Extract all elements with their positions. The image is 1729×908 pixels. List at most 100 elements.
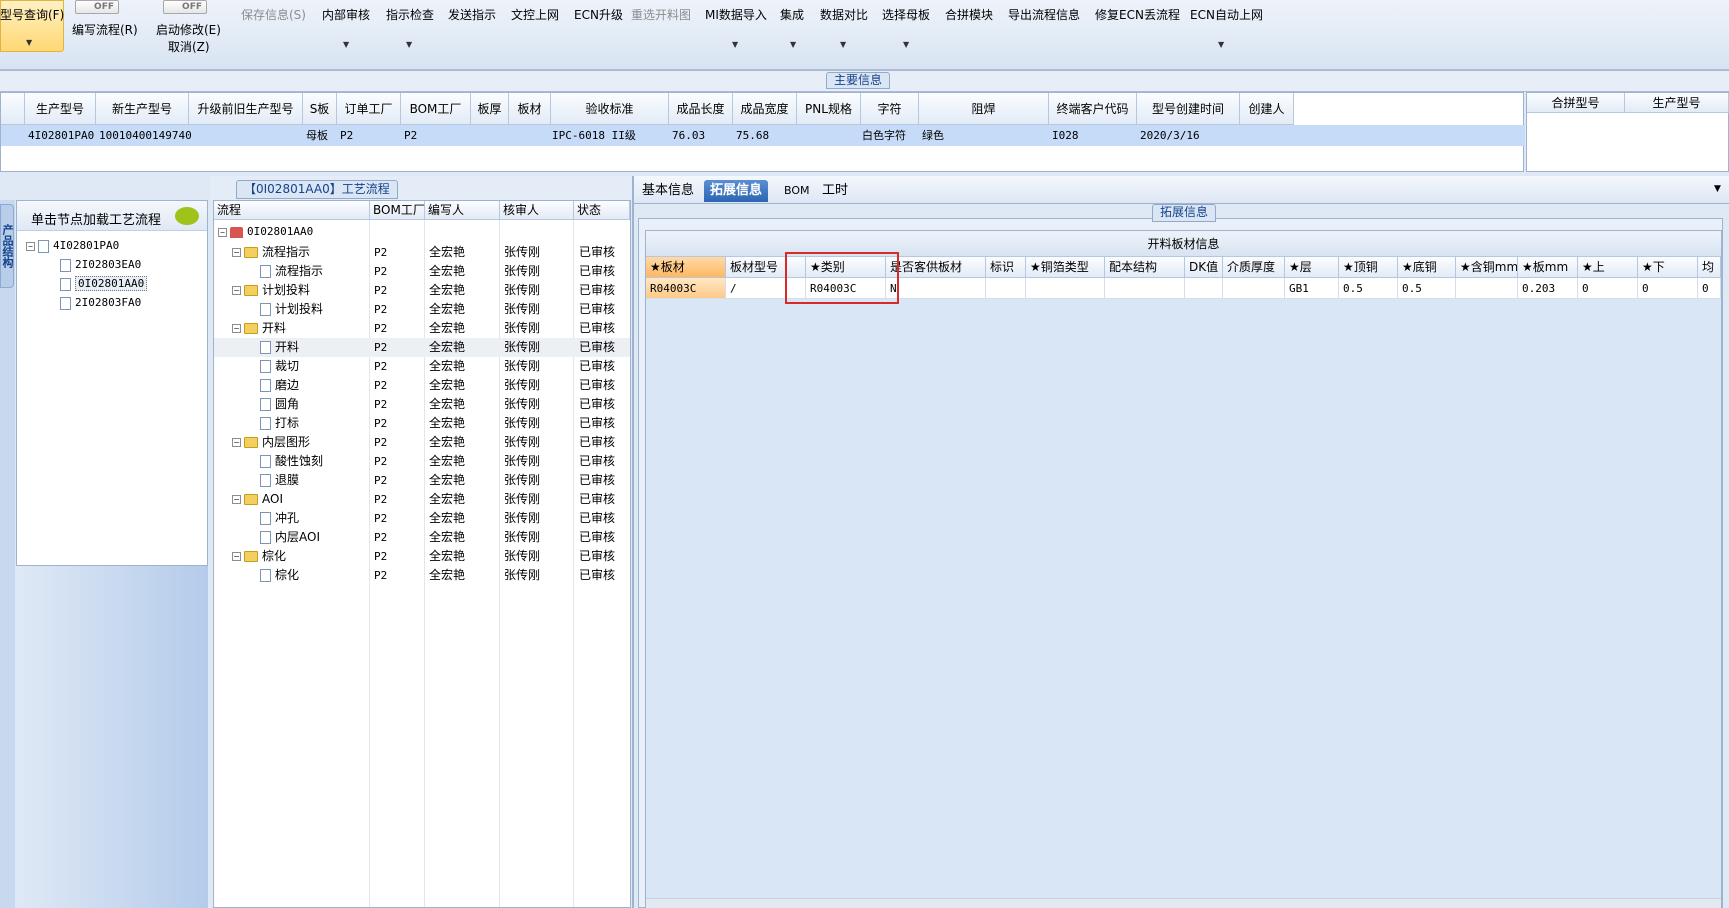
col-header[interactable]: BOM工厂 [401, 93, 471, 125]
tab-extended-info[interactable]: 拓展信息 [704, 180, 769, 202]
status-cell[interactable]: 已审核 [579, 395, 615, 414]
col-header[interactable]: 核审人 [500, 201, 574, 220]
tab-bom[interactable]: BOM [778, 180, 816, 202]
col-header[interactable]: 流程 [214, 201, 370, 220]
process-row[interactable]: − AOI P2 全宏艳 张传刚 已审核 [214, 490, 630, 509]
process-row[interactable]: 退膜 P2 全宏艳 张传刚 已审核 [214, 471, 630, 490]
reviewer-cell[interactable]: 张传刚 [504, 262, 540, 281]
reviewer-cell[interactable]: 张传刚 [504, 452, 540, 471]
tree-node-label[interactable]: 2I02803FA0 [75, 296, 141, 309]
status-cell[interactable]: 已审核 [579, 300, 615, 319]
writer-cell[interactable]: 全宏艳 [429, 262, 465, 281]
process-name-cell[interactable]: − 流程指示 [232, 243, 310, 262]
process-row[interactable]: 内层AOI P2 全宏艳 张传刚 已审核 [214, 528, 630, 547]
cell-mask[interactable]: 绿色 [919, 125, 944, 146]
status-cell[interactable]: 已审核 [579, 243, 615, 262]
cell-top-copper[interactable]: 0.5 [1339, 278, 1398, 299]
status-cell[interactable]: 已审核 [579, 490, 615, 509]
start-edit-button[interactable]: 启动修改(E) [156, 21, 221, 38]
cell-avg[interactable]: 0 [1698, 278, 1721, 299]
col-header[interactable]: 板厚 [471, 93, 509, 125]
collapse-icon[interactable]: − [232, 324, 241, 333]
horizontal-scrollbar[interactable] [646, 898, 1721, 908]
reviewer-cell[interactable]: 张传刚 [504, 509, 540, 528]
data-compare-button[interactable]: 数据对比 [820, 6, 868, 23]
col-header[interactable]: S板 [303, 93, 337, 125]
col-header-top[interactable]: ★上 [1578, 257, 1638, 278]
bom-factory-cell[interactable]: P2 [374, 566, 387, 585]
product-structure-tab[interactable]: 产品结构 [0, 204, 14, 288]
reviewer-cell[interactable]: 张传刚 [504, 338, 540, 357]
process-row[interactable]: 流程指示 P2 全宏艳 张传刚 已审核 [214, 262, 630, 281]
tab-basic-info[interactable]: 基本信息 [636, 180, 700, 202]
save-info-button[interactable]: 保存信息(S) [241, 6, 306, 23]
col-header[interactable]: 状态 [574, 201, 630, 220]
col-header[interactable]: PNL规格 [797, 93, 861, 125]
export-flow-info-button[interactable]: 导出流程信息 [1008, 6, 1080, 23]
ecn-auto-online-button[interactable]: ECN自动上网 [1190, 6, 1263, 23]
process-row[interactable]: 圆角 P2 全宏艳 张传刚 已审核 [214, 395, 630, 414]
col-header-mark[interactable]: 标识 [986, 257, 1026, 278]
process-root-label[interactable]: 0I02801AA0 [247, 225, 313, 238]
process-name-cell[interactable]: 开料 [260, 338, 299, 357]
internal-review-button[interactable]: 内部审核 [322, 6, 370, 23]
process-row[interactable]: − 棕化 P2 全宏艳 张传刚 已审核 [214, 547, 630, 566]
cell-bom-factory[interactable]: P2 [401, 125, 417, 146]
col-header[interactable]: 编写人 [425, 201, 500, 220]
cell-bottom[interactable]: 0 [1638, 278, 1698, 299]
col-header[interactable]: 验收标准 [551, 93, 669, 125]
col-header[interactable]: 生产型号 [25, 93, 96, 125]
process-name-cell[interactable]: 计划投料 [260, 300, 323, 319]
status-cell[interactable]: 已审核 [579, 509, 615, 528]
bom-factory-cell[interactable]: P2 [374, 395, 387, 414]
data-compare-dropdown-icon[interactable]: ▼ [840, 40, 846, 49]
cell-customer[interactable]: I028 [1049, 125, 1079, 146]
bom-factory-cell[interactable]: P2 [374, 262, 387, 281]
cell-new-prod-no[interactable]: 10010400149740 [96, 125, 192, 146]
tree-node-label[interactable]: 2I02803EA0 [75, 258, 141, 271]
process-name-cell[interactable]: − 棕化 [232, 547, 286, 566]
ecn-upgrade-button[interactable]: ECN升级 [574, 6, 623, 23]
status-cell[interactable]: 已审核 [579, 433, 615, 452]
process-row[interactable]: 冲孔 P2 全宏艳 张传刚 已审核 [214, 509, 630, 528]
col-header[interactable]: 板材 [509, 93, 551, 125]
reviewer-cell[interactable]: 张传刚 [504, 395, 540, 414]
cell-bottom-copper[interactable]: 0.5 [1398, 278, 1456, 299]
bom-factory-cell[interactable]: P2 [374, 300, 387, 319]
status-cell[interactable]: 已审核 [579, 338, 615, 357]
process-name-cell[interactable]: − 计划投料 [232, 281, 310, 300]
writer-cell[interactable]: 全宏艳 [429, 395, 465, 414]
col-header-material[interactable]: ★板材 [646, 257, 726, 278]
repair-ecn-flow-button[interactable]: 修复ECN丢流程 [1095, 6, 1180, 23]
bom-factory-cell[interactable]: P2 [374, 319, 387, 338]
instruction-check-button[interactable]: 指示检查 [386, 6, 434, 23]
cell-customer-supplied[interactable]: N [886, 278, 986, 299]
status-cell[interactable]: 已审核 [579, 528, 615, 547]
process-name-cell[interactable]: 流程指示 [260, 262, 323, 281]
tree-node-label[interactable]: 0I02801AA0 [75, 276, 148, 291]
col-header[interactable]: 终端客户代码 [1049, 93, 1137, 125]
collapse-icon[interactable]: − [26, 241, 35, 251]
model-query-dropdown-icon[interactable]: ▼ [26, 38, 32, 47]
col-header[interactable]: 型号创建时间 [1137, 93, 1240, 125]
writer-cell[interactable]: 全宏艳 [429, 300, 465, 319]
process-name-cell[interactable]: 圆角 [260, 395, 299, 414]
reviewer-cell[interactable]: 张传刚 [504, 566, 540, 585]
process-row[interactable]: 棕化 P2 全宏艳 张传刚 已审核 [214, 566, 630, 585]
writer-cell[interactable]: 全宏艳 [429, 376, 465, 395]
process-name-cell[interactable]: − 内层图形 [232, 433, 310, 452]
collapse-icon[interactable]: − [232, 248, 241, 257]
doc-control-online-button[interactable]: 文控上网 [511, 6, 559, 23]
col-header-copper-incl[interactable]: ★含铜mm [1456, 257, 1518, 278]
cell-mark[interactable] [986, 278, 1026, 299]
cell-foil-type[interactable] [1026, 278, 1105, 299]
col-header-dielectric[interactable]: 介质厚度 [1223, 257, 1285, 278]
cell-order-factory[interactable]: P2 [337, 125, 353, 146]
col-header[interactable]: BOM工厂 [370, 201, 425, 220]
process-row[interactable]: − 内层图形 P2 全宏艳 张传刚 已审核 [214, 433, 630, 452]
reviewer-cell[interactable]: 张传刚 [504, 357, 540, 376]
collapse-icon[interactable]: − [232, 286, 241, 295]
panel-splitter[interactable] [632, 176, 634, 908]
cell-s-board[interactable]: 母板 [303, 125, 328, 146]
reviewer-cell[interactable]: 张传刚 [504, 319, 540, 338]
